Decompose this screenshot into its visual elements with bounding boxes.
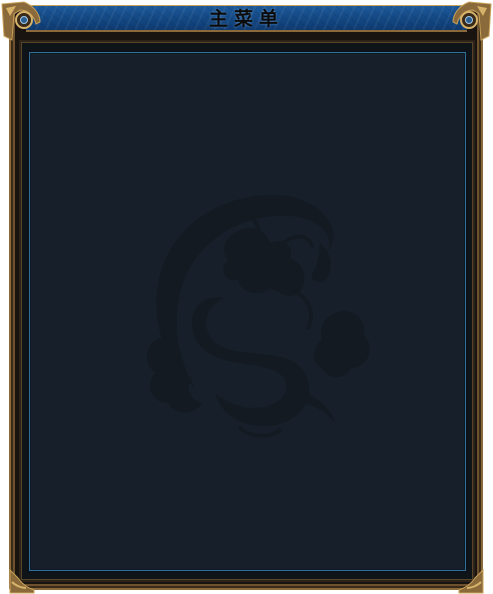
corner-ornament-icon xyxy=(452,1,492,41)
corner-ornament-icon xyxy=(9,568,35,594)
content-panel xyxy=(29,52,466,571)
window-title: 主菜单 xyxy=(208,8,284,30)
title-bar[interactable]: 主菜单 xyxy=(26,5,467,32)
dragon-emblem-icon xyxy=(146,194,370,438)
main-menu-window: 主菜单 xyxy=(0,0,493,594)
corner-ornament-icon xyxy=(458,568,484,594)
corner-ornament-icon xyxy=(1,1,41,41)
